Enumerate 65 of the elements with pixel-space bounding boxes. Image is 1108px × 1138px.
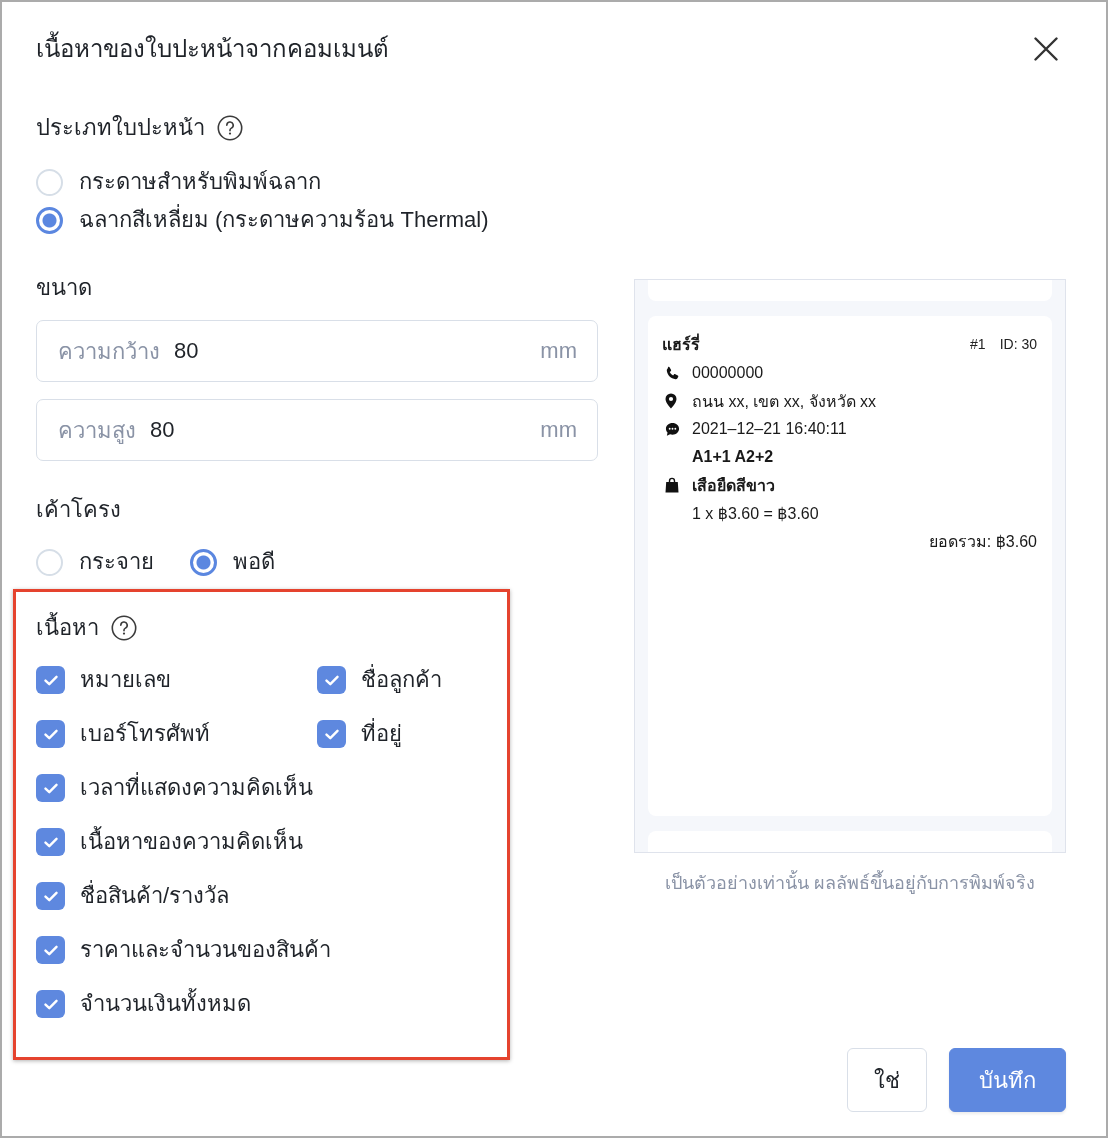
- checkmark-icon: [324, 674, 339, 686]
- field-value: 80: [174, 338, 199, 364]
- radio-label[interactable]: ฉลากสีเหลี่ยม (กระดาษความร้อน Thermal): [79, 205, 489, 235]
- field-label: ความสูง: [58, 416, 136, 446]
- confirm-button[interactable]: ใช่: [847, 1048, 927, 1112]
- checkbox[interactable]: [36, 774, 65, 802]
- checkbox[interactable]: [36, 936, 65, 964]
- phone-text: 00000000: [692, 364, 764, 382]
- checkbox-label[interactable]: ชื่อสินค้า/รางวัล: [80, 881, 230, 911]
- radio-button[interactable]: [190, 548, 217, 576]
- checkbox[interactable]: [317, 720, 346, 748]
- comment-time-text: 2021–12–21 16:40:11: [692, 420, 847, 438]
- help-icon[interactable]: [111, 615, 137, 641]
- checkbox[interactable]: [317, 666, 346, 694]
- total-text: ยอดรวม: ฿3.60: [928, 531, 1037, 552]
- section-label: ประเภทใบปะหน้า: [36, 114, 205, 142]
- checkbox-label[interactable]: เบอร์โทรศัพท์: [80, 719, 210, 749]
- address-text: ถนน xx, เขต xx, จังหวัด xx: [692, 391, 877, 412]
- preview-note: เป็นตัวอย่างเท่านั้น ผลลัพธ์ขึ้นอยู่กับการพิมพ์จริง: [634, 869, 1066, 897]
- checkmark-icon: [324, 728, 339, 740]
- checkmark-icon: [43, 782, 58, 794]
- dialog-title: เนื้อหาของใบปะหน้าจากคอมเมนต์: [36, 32, 389, 66]
- field-label: ความกว้าง: [58, 337, 160, 366]
- product-text: เสือยืดสีขาว: [692, 475, 775, 496]
- checkbox-label[interactable]: จำนวนเงินทั้งหมด: [80, 989, 251, 1019]
- comment-text: A1+1 A2+2: [692, 448, 774, 466]
- shopping-bag-icon: [665, 477, 679, 493]
- checkmark-icon: [43, 998, 58, 1010]
- checkmark-icon: [43, 836, 58, 848]
- checkmark-icon: [43, 890, 58, 902]
- checkbox[interactable]: [36, 990, 65, 1018]
- order-id: ID: 30: [999, 336, 1037, 352]
- field-value: 80: [150, 417, 175, 443]
- radio-label[interactable]: กระดาษสำหรับพิมพ์ฉลาก: [79, 167, 321, 197]
- radio-button[interactable]: [36, 206, 63, 234]
- checkbox[interactable]: [36, 882, 65, 910]
- section-label: เนื้อหา: [36, 610, 99, 646]
- order-number: #1: [970, 336, 986, 352]
- price-text: 1 x ฿3.60 = ฿3.60: [692, 503, 819, 523]
- checkbox[interactable]: [36, 666, 65, 694]
- checkbox[interactable]: [36, 828, 65, 856]
- radio-label[interactable]: กระจาย: [79, 547, 154, 577]
- checkbox-label[interactable]: ชื่อลูกค้า: [361, 665, 442, 695]
- input-field[interactable]: ความกว้าง 80 mm: [36, 320, 598, 382]
- checkmark-icon: [43, 728, 58, 740]
- help-icon[interactable]: [217, 115, 243, 141]
- radio-label[interactable]: พอดี: [233, 547, 275, 577]
- phone-icon: [665, 365, 680, 381]
- checkbox-label[interactable]: หมายเลข: [80, 665, 171, 695]
- checkbox-label[interactable]: เนื้อหาของความคิดเห็น: [80, 827, 303, 857]
- checkbox-label[interactable]: ราคาและจำนวนของสินค้า: [80, 935, 331, 965]
- close-icon[interactable]: [1034, 37, 1058, 61]
- checkbox-label[interactable]: เวลาที่แสดงความคิดเห็น: [80, 773, 313, 803]
- map-pin-icon: [665, 393, 677, 409]
- checkmark-icon: [43, 944, 58, 956]
- section-label: เค้าโครง: [36, 496, 121, 524]
- checkbox-label[interactable]: ที่อยู่: [361, 719, 402, 749]
- unit-label: mm: [540, 338, 577, 364]
- input-field[interactable]: ความสูง 80 mm: [36, 399, 598, 461]
- checkmark-icon: [43, 674, 58, 686]
- checkbox[interactable]: [36, 720, 65, 748]
- customer-name: แฮร์รี่: [662, 332, 700, 355]
- section-label: ขนาด: [36, 274, 92, 302]
- chat-bubble-icon: [665, 421, 680, 437]
- unit-label: mm: [540, 417, 577, 443]
